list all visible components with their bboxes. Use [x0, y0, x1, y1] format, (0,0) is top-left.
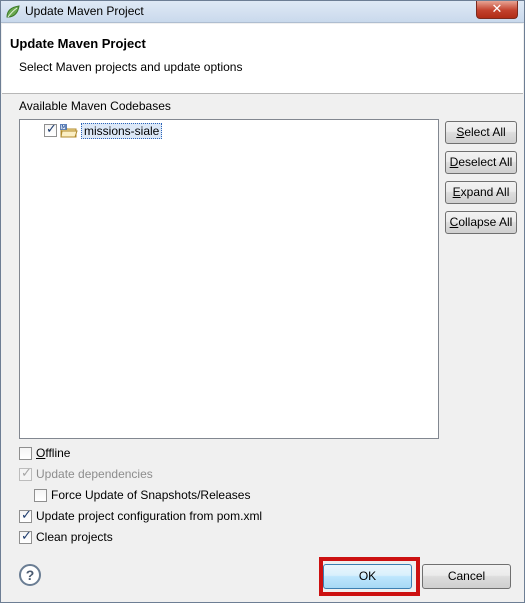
button-label: ollapse All — [458, 215, 513, 229]
force-update-label: Force Update of Snapshots/Releases — [51, 488, 251, 502]
maven-project-folder-icon: M — [60, 123, 78, 137]
update-dependencies-option: Update dependencies — [19, 466, 153, 482]
update-dependencies-label: Update dependencies — [36, 467, 153, 481]
project-checkbox[interactable] — [44, 122, 57, 137]
button-label: xpand All — [460, 185, 510, 199]
collapse-all-button[interactable]: Collapse All — [445, 211, 517, 234]
ok-button[interactable]: OK — [323, 564, 412, 589]
label-rest: ffline — [45, 446, 71, 460]
window-title: Update Maven Project — [25, 4, 144, 18]
help-icon[interactable]: ? — [19, 564, 41, 586]
offline-label: Offline — [36, 446, 70, 460]
clean-projects-label: Clean projects — [36, 530, 113, 544]
force-update-option[interactable]: Force Update of Snapshots/Releases — [34, 487, 250, 503]
update-config-option[interactable]: Update project configuration from pom.xm… — [19, 508, 262, 524]
svg-text:M: M — [61, 124, 66, 130]
expand-all-button[interactable]: Expand All — [445, 181, 517, 204]
close-button[interactable]: ✕ — [476, 1, 518, 19]
offline-checkbox[interactable] — [19, 446, 32, 460]
codebases-tree[interactable]: M missions-siale — [19, 119, 439, 439]
title-bar[interactable]: Update Maven Project ✕ — [1, 1, 524, 23]
deselect-all-button[interactable]: Deselect All — [445, 151, 517, 174]
mnemonic: E — [452, 185, 461, 199]
offline-option[interactable]: Offline — [19, 445, 70, 461]
select-all-button[interactable]: Select All — [445, 121, 517, 144]
spring-leaf-icon — [6, 5, 20, 18]
button-label: eselect All — [458, 155, 513, 169]
mnemonic: O — [36, 446, 46, 460]
dialog-description: Select Maven projects and update options — [19, 60, 243, 74]
update-dependencies-checkbox — [19, 466, 32, 481]
dialog-header: Update Maven Project Select Maven projec… — [2, 24, 523, 94]
clean-projects-option[interactable]: Clean projects — [19, 529, 113, 545]
tree-item[interactable]: M missions-siale — [44, 122, 163, 139]
force-update-checkbox[interactable] — [34, 488, 47, 502]
update-config-checkbox[interactable] — [19, 508, 32, 523]
cancel-button[interactable]: Cancel — [422, 564, 511, 589]
dialog-title: Update Maven Project — [10, 36, 146, 51]
update-maven-project-dialog: Update Maven Project ✕ Update Maven Proj… — [0, 0, 525, 603]
update-config-label: Update project configuration from pom.xm… — [36, 509, 263, 523]
project-label[interactable]: missions-siale — [81, 122, 163, 139]
clean-projects-checkbox[interactable] — [19, 529, 32, 544]
button-label: elect All — [464, 125, 506, 139]
codebases-label: Available Maven Codebases — [19, 99, 171, 113]
mnemonic: D — [449, 155, 459, 169]
mnemonic: C — [449, 215, 459, 229]
